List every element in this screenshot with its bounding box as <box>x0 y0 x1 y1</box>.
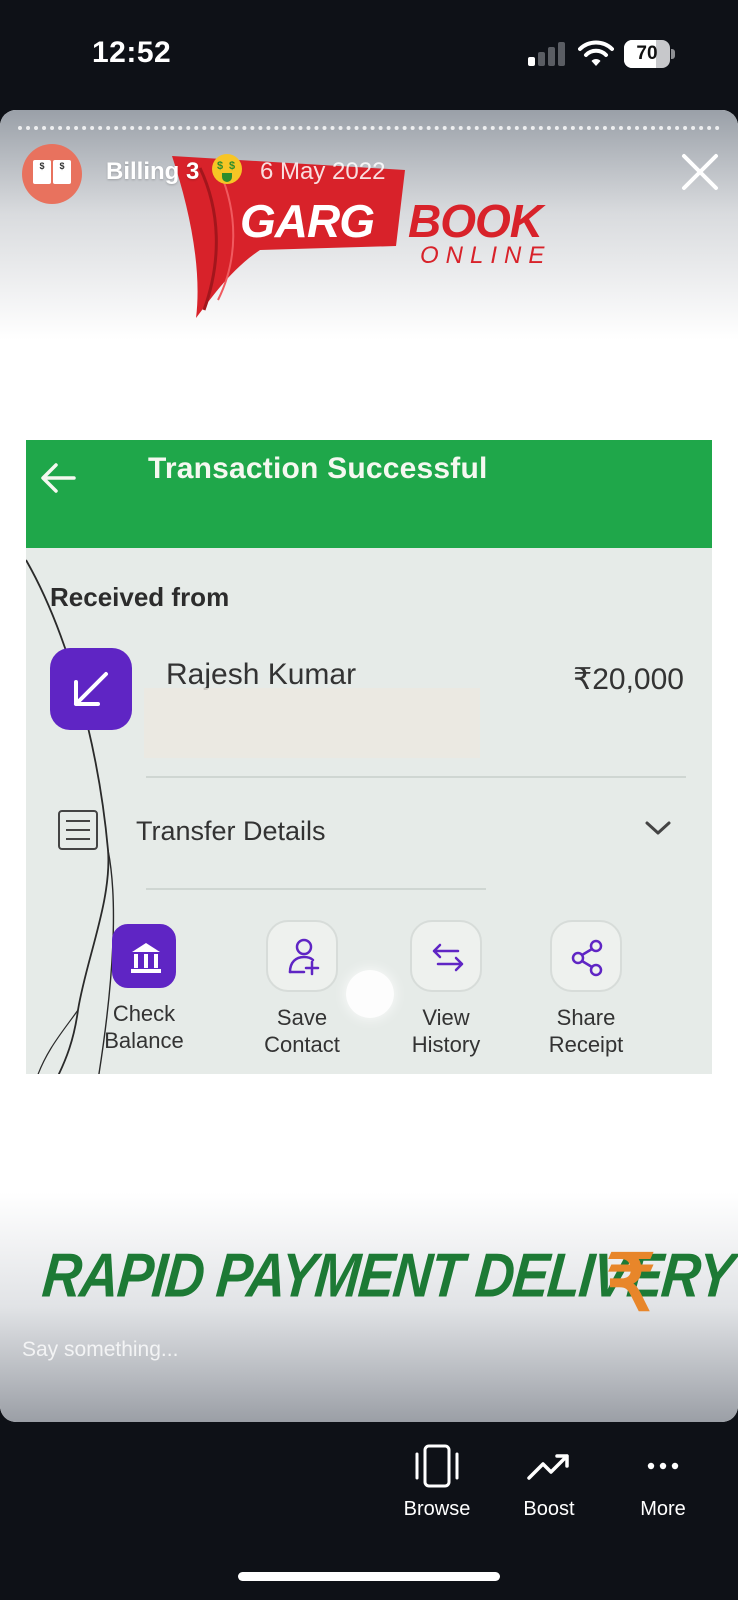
more-button[interactable]: More <box>608 1444 718 1521</box>
payer-name: Rajesh Kumar <box>166 658 357 691</box>
status-time: 12:52 <box>92 36 172 69</box>
touch-indicator <box>346 970 394 1018</box>
received-arrow-icon <box>50 648 132 730</box>
bank-icon <box>112 924 176 988</box>
close-icon[interactable] <box>680 152 720 192</box>
back-arrow-icon <box>41 463 76 493</box>
divider <box>146 776 686 778</box>
wifi-icon <box>578 40 614 66</box>
reply-input[interactable]: Say something... <box>22 1338 178 1362</box>
screenshot-title: Transaction Successful <box>148 452 488 485</box>
transfer-details-label: Transfer Details <box>136 816 326 846</box>
chevron-down-icon <box>645 821 671 835</box>
share-icon <box>550 920 622 992</box>
view-history-action: View History <box>376 920 516 1058</box>
boost-label: Boost <box>523 1498 575 1520</box>
home-indicator[interactable] <box>238 1572 500 1581</box>
boost-button[interactable]: Boost <box>494 1444 604 1521</box>
story-viewer[interactable]: GARG BOOK ONLINE $ $ Billing 3 6 May 202… <box>0 110 738 1422</box>
battery-icon: 70 <box>624 40 675 68</box>
screenshot-header: Transaction Successful <box>26 440 712 548</box>
story-date: 6 May 2022 <box>260 158 386 185</box>
transaction-screenshot: Transaction Successful Received from Raj… <box>26 440 712 1074</box>
swap-arrows-icon <box>410 920 482 992</box>
redacted-area <box>144 688 480 758</box>
check-balance-action: Check Balance <box>74 920 214 1054</box>
story-username[interactable]: Billing 3 <box>106 158 199 186</box>
view-history-label: View History <box>411 1005 481 1057</box>
browse-label: Browse <box>403 1498 471 1520</box>
story-progress-bar <box>18 126 720 130</box>
add-contact-icon <box>266 920 338 992</box>
logo-word-online: ONLINE <box>420 242 552 269</box>
more-icon <box>647 1462 679 1470</box>
signal-icon <box>528 42 566 66</box>
story-header: $ $ Billing 3 6 May 2022 <box>22 144 722 204</box>
divider <box>146 888 486 890</box>
share-receipt-action: Share Receipt <box>516 920 656 1058</box>
payment-amount: ₹20,000 <box>573 663 684 696</box>
trending-up-icon <box>527 1454 569 1480</box>
share-receipt-label: Share Receipt <box>548 1005 624 1057</box>
check-balance-label: Check Balance <box>104 1001 184 1053</box>
rupee-icon: ₹ <box>606 1239 656 1327</box>
browse-icon <box>415 1444 459 1488</box>
money-mouth-emoji-icon <box>212 154 242 184</box>
more-label: More <box>640 1498 686 1520</box>
status-bar: 12:52 70 <box>0 0 738 110</box>
browse-button[interactable]: Browse <box>382 1444 492 1521</box>
save-contact-label: Save Contact <box>264 1005 340 1057</box>
list-details-icon <box>58 810 98 850</box>
battery-level: 70 <box>636 43 658 64</box>
received-from-label: Received from <box>50 582 230 612</box>
avatar[interactable]: $ $ <box>22 144 82 204</box>
